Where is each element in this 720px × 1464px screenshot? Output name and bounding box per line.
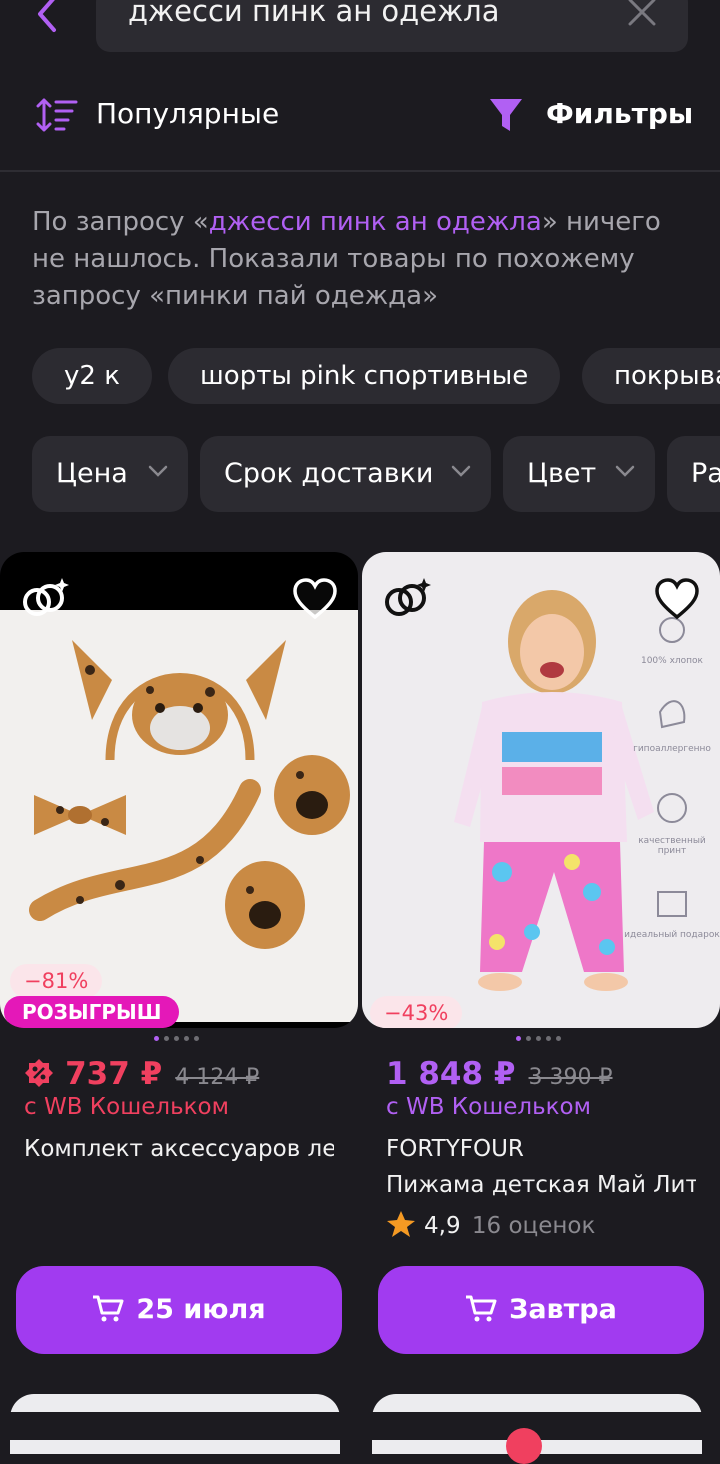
rings-icon[interactable]	[382, 576, 432, 620]
heart-icon[interactable]	[654, 578, 700, 620]
search-input[interactable]: джесси пинк ан одежла	[128, 0, 500, 28]
search-field[interactable]: джесси пинк ан одежла	[96, 0, 688, 52]
chevron-down-icon	[148, 465, 168, 477]
close-icon[interactable]	[626, 0, 658, 30]
suggestion-chip[interactable]: y2 к	[32, 348, 152, 404]
back-button[interactable]	[28, 0, 68, 40]
sort-icon	[36, 98, 78, 132]
discount-badge: −81%	[10, 964, 103, 998]
delivery-date: Завтра	[509, 1294, 617, 1325]
product-image[interactable]: 100% хлопок гипоаллергенно качественный …	[362, 552, 720, 1028]
notice-query-link[interactable]: джесси пинк ан одежла	[209, 207, 542, 237]
filters-label: Фильтры	[546, 97, 694, 130]
chevron-down-icon	[615, 465, 635, 477]
filter-price[interactable]: Цена	[32, 436, 188, 512]
product-name[interactable]: Комплект аксессуаров леопард	[24, 1136, 334, 1162]
feature-label: 100% хлопок	[640, 656, 703, 666]
filter-delivery-time[interactable]: Срок доставки	[200, 436, 491, 512]
price: 1 848 ₽	[386, 1056, 516, 1092]
add-to-cart-button[interactable]: Завтра	[378, 1266, 704, 1354]
filter-label: Ра	[691, 458, 720, 489]
product-name[interactable]: Пижама детская Май Литл Пони	[386, 1172, 696, 1198]
cart-badge	[506, 1428, 542, 1464]
promo-badge: РОЗЫГРЫШ	[4, 996, 180, 1028]
feature-label: гипоаллергенно	[633, 744, 711, 754]
filter-size[interactable]: Ра	[667, 436, 720, 512]
image-pagination	[516, 1034, 576, 1042]
feature-label: качественный принт	[638, 836, 706, 856]
wallet-label: с WB Кошельком	[386, 1094, 591, 1120]
feature-label: идеальный подарок	[624, 930, 720, 940]
cart-icon	[93, 1295, 124, 1322]
filter-label: Цвет	[527, 458, 597, 489]
leopard-accessories-image	[29, 640, 350, 949]
brand-name[interactable]: FORTYFOUR	[386, 1136, 696, 1162]
old-price: 3 390 ₽	[528, 1065, 613, 1090]
heart-icon[interactable]	[292, 578, 338, 620]
price-row: 1 848 ₽ 3 390 ₽	[386, 1056, 613, 1096]
image-pagination	[154, 1034, 214, 1042]
funnel-icon	[490, 99, 522, 131]
rating-row: 4,9 16 оценок	[386, 1210, 595, 1239]
discount-percent-icon	[25, 1059, 53, 1087]
sort-label: Популярные	[96, 97, 280, 130]
rings-icon[interactable]	[20, 576, 70, 620]
rating-value: 4,9	[424, 1213, 461, 1239]
chevron-down-icon	[451, 465, 471, 477]
filter-chips: Цена Срок доставки Цвет Ра	[0, 436, 720, 512]
cart-icon	[466, 1295, 497, 1322]
product-image[interactable]: −81% РОЗЫГРЫШ	[0, 552, 358, 1028]
bottom-navigation	[0, 1412, 720, 1440]
filter-label: Срок доставки	[224, 458, 434, 489]
suggestion-chip[interactable]: шорты pink спортивные	[168, 348, 561, 404]
add-to-cart-button[interactable]: 25 июля	[16, 1266, 342, 1354]
sort-filter-bar: Популярные Фильтры	[0, 82, 720, 148]
kids-pajama-image	[454, 590, 687, 991]
divider	[0, 170, 720, 172]
price-row: 737 ₽ 4 124 ₽	[24, 1056, 259, 1096]
notice-prefix: По запросу «	[32, 207, 209, 237]
price: 737 ₽	[65, 1056, 163, 1092]
top-bar: джесси пинк ан одежла	[0, 0, 720, 60]
product-photo	[0, 610, 358, 1022]
suggestion-chips: y2 к шорты pink спортивные покрывало	[0, 348, 720, 404]
old-price: 4 124 ₽	[175, 1065, 260, 1090]
delivery-date: 25 июля	[136, 1294, 266, 1325]
chevron-left-icon	[38, 0, 56, 32]
reviews-count: 16 оценок	[471, 1213, 596, 1239]
wallet-label: с WB Кошельком	[24, 1094, 229, 1120]
suggestion-chip[interactable]: покрывало	[582, 348, 720, 404]
no-results-notice: По запросу «джесси пинк ан одежла» ничег…	[32, 204, 692, 315]
star-icon	[387, 1211, 415, 1237]
filter-label: Цена	[56, 458, 128, 489]
discount-badge: −43%	[370, 996, 463, 1028]
filter-color[interactable]: Цвет	[503, 436, 655, 512]
